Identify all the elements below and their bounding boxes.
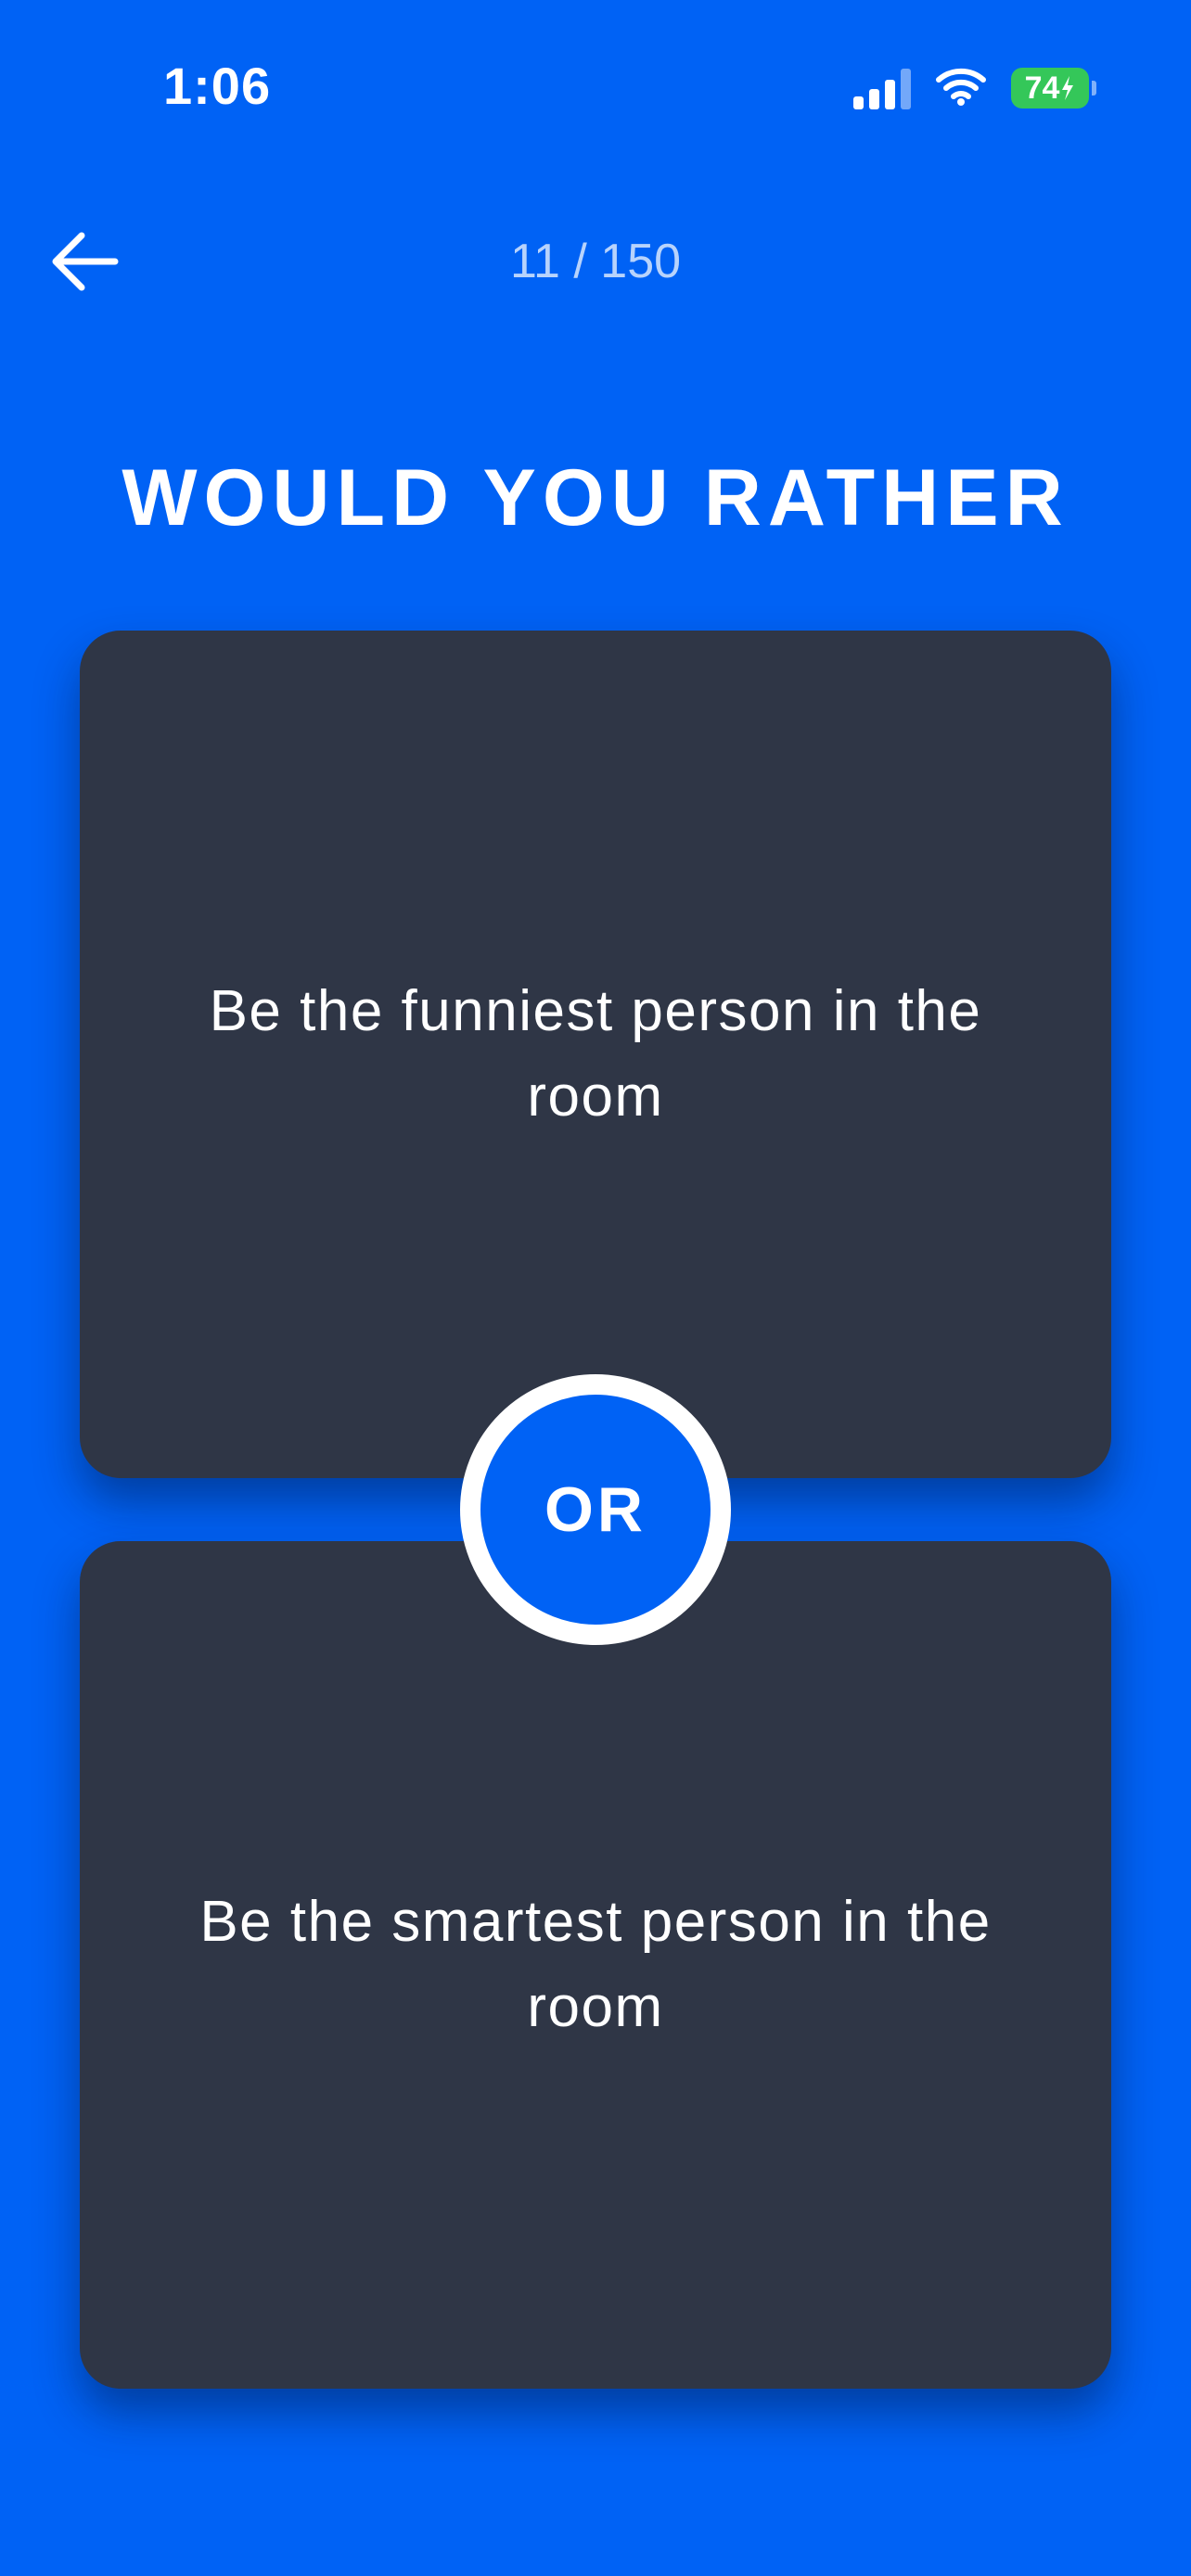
status-bar: 1:06 74 <box>0 0 1191 176</box>
page-title: WOULD YOU RATHER <box>122 453 1069 542</box>
status-time: 1:06 <box>163 57 272 115</box>
option-card-second[interactable]: Be the smartest person in the room <box>80 1541 1111 2389</box>
status-icons: 74 <box>853 65 1096 111</box>
option-text: Be the funniest person in the room <box>209 979 982 1129</box>
signal-icon <box>853 67 911 109</box>
wifi-icon <box>935 67 987 110</box>
battery-charging-icon: 74 <box>1011 68 1096 108</box>
battery-level: 74 <box>1024 70 1060 106</box>
option-card-first[interactable]: Be the funniest person in the room <box>80 631 1111 1478</box>
progress-counter: 11 / 150 <box>509 235 682 288</box>
battery-cap <box>1092 81 1096 96</box>
or-badge: OR <box>460 1374 731 1645</box>
option-text: Be the smartest person in the room <box>199 1890 992 2039</box>
